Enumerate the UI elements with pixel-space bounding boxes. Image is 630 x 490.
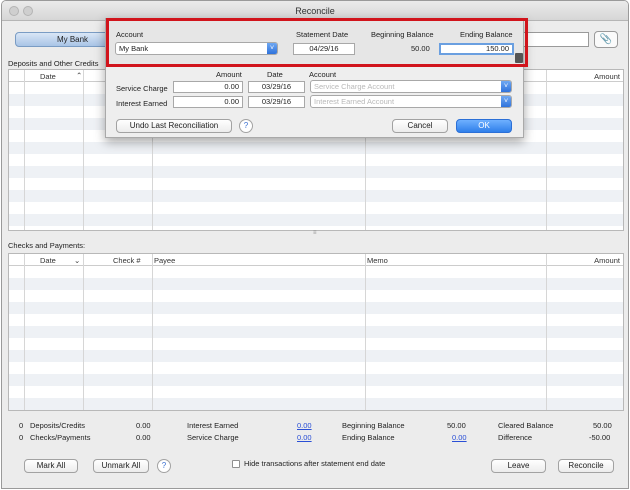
deposits-credits-value: 0.00 — [136, 421, 151, 430]
window-title: Reconcile — [295, 6, 335, 16]
cleared-balance-label: Cleared Balance — [498, 421, 554, 430]
ending-balance-link[interactable]: 0.00 — [452, 433, 467, 442]
service-charge-label: Service Charge — [187, 433, 239, 442]
cancel-button[interactable]: Cancel — [392, 119, 448, 133]
deposits-section-label: Deposits and Other Credits — [8, 59, 99, 68]
service-charge-sheet-label: Service Charge — [116, 84, 168, 93]
service-charge-account-popup[interactable]: Service Charge Account ˅ — [310, 80, 512, 93]
ok-button[interactable]: OK — [456, 119, 512, 133]
highlight-box — [106, 18, 528, 67]
deposits-date-header[interactable]: Date — [40, 72, 56, 81]
interest-earned-link[interactable]: 0.00 — [297, 421, 312, 430]
hide-transactions-checkbox[interactable] — [232, 460, 240, 468]
checks-section-label: Checks and Payments: — [8, 241, 86, 250]
checks-payments-value: 0.00 — [136, 433, 151, 442]
mark-all-button[interactable]: Mark All — [24, 459, 78, 473]
checks-date-header[interactable]: Date — [40, 256, 56, 265]
leave-button[interactable]: Leave — [491, 459, 546, 473]
unmark-all-button[interactable]: Unmark All — [93, 459, 149, 473]
deposits-amount-header[interactable]: Amount — [594, 72, 620, 81]
chevron-down-icon[interactable]: ˅ — [501, 96, 511, 107]
service-charge-date-field[interactable]: 03/29/16 — [248, 81, 305, 93]
reconcile-button[interactable]: Reconcile — [558, 459, 614, 473]
difference-label: Difference — [498, 433, 533, 442]
interest-earned-date-field[interactable]: 03/29/16 — [248, 96, 305, 108]
sheet-help-button[interactable]: ? — [239, 119, 253, 133]
interest-earned-amount-field[interactable]: 0.00 — [173, 96, 243, 108]
splitter-handle[interactable]: ≡ — [313, 230, 319, 236]
service-charge-link[interactable]: 0.00 — [297, 433, 312, 442]
sort-down-icon[interactable]: ⌄ — [74, 256, 80, 265]
checks-payee-header[interactable]: Payee — [154, 256, 175, 265]
sort-up-icon[interactable]: ⌃ — [76, 71, 82, 80]
service-charge-account-placeholder: Service Charge Account — [314, 82, 395, 91]
service-charge-amount-field[interactable]: 0.00 — [173, 81, 243, 93]
ending-balance-label: Ending Balance — [342, 433, 395, 442]
interest-earned-account-placeholder: Interest Earned Account — [314, 97, 395, 106]
hide-transactions-label: Hide transactions after statement end da… — [244, 459, 386, 468]
checks-number-header[interactable]: Check # — [113, 256, 141, 265]
amount-column-header: Amount — [216, 70, 242, 79]
checks-table-header: Date ⌄ Check # Payee Memo Amount — [9, 254, 623, 266]
deposits-credits-label: Deposits/Credits — [30, 421, 86, 430]
help-button[interactable]: ? — [157, 459, 171, 473]
checks-amount-header[interactable]: Amount — [594, 256, 620, 265]
interest-earned-account-popup[interactable]: Interest Earned Account ˅ — [310, 95, 512, 108]
beginning-balance-label: Beginning Balance — [342, 421, 405, 430]
checks-rows — [9, 266, 623, 410]
cleared-balance-value: 50.00 — [593, 421, 612, 430]
paperclip-icon[interactable]: 📎 — [594, 31, 618, 48]
account-column-header: Account — [309, 70, 337, 79]
toolbar-search-field[interactable] — [522, 32, 589, 47]
undo-last-reconciliation-button[interactable]: Undo Last Reconciliation — [116, 119, 232, 133]
checks-memo-header[interactable]: Memo — [367, 256, 388, 265]
date-column-header: Date — [267, 70, 283, 79]
chevron-down-icon[interactable]: ˅ — [501, 81, 511, 92]
interest-earned-label: Interest Earned — [187, 421, 239, 430]
checks-table[interactable]: Date ⌄ Check # Payee Memo Amount — [8, 253, 624, 411]
interest-earned-sheet-label: Interest Earned — [116, 99, 168, 108]
deposits-count: 0 — [19, 421, 24, 430]
difference-value: -50.00 — [589, 433, 611, 442]
checks-payments-label: Checks/Payments — [30, 433, 91, 442]
checks-count: 0 — [19, 433, 24, 442]
beginning-balance-value: 50.00 — [447, 421, 466, 430]
